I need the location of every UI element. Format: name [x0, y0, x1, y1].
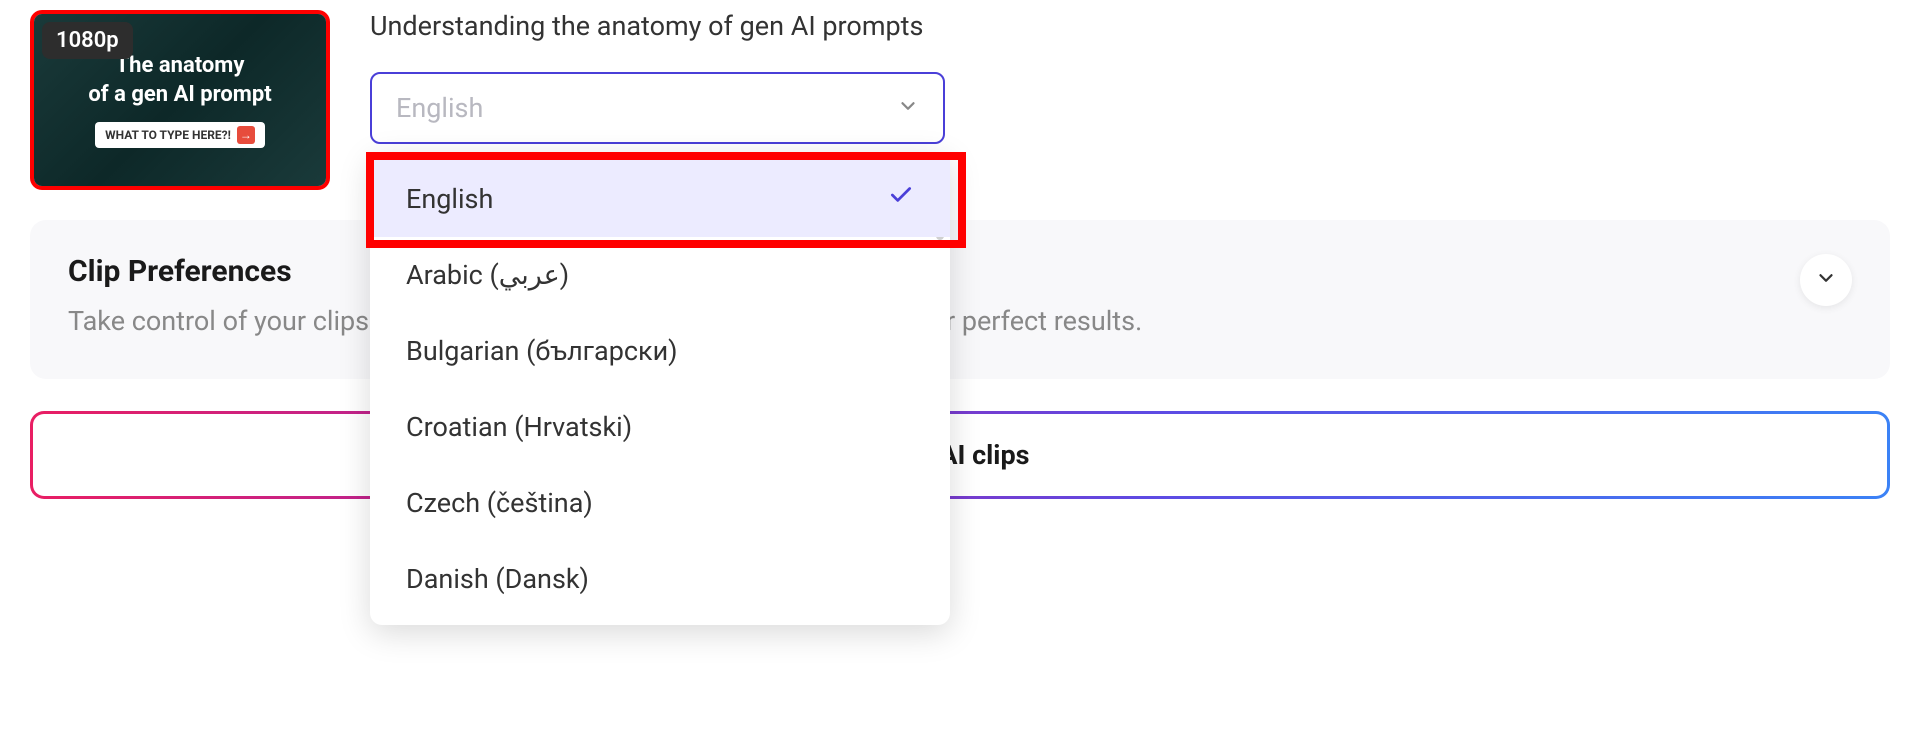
video-title: Understanding the anatomy of gen AI prom…: [370, 10, 1890, 42]
clip-preferences-card: Clip Preferences Take control of your cl…: [30, 220, 1890, 379]
dropdown-item-english[interactable]: English: [370, 160, 950, 237]
select-placeholder: English: [396, 92, 483, 124]
chevron-down-icon: [1815, 267, 1837, 293]
dropdown-item-label: Arabic (عربي): [406, 259, 569, 291]
dropdown-item-label: Czech (čeština): [406, 487, 593, 519]
check-icon: [888, 182, 914, 215]
dropdown-item-bulgarian[interactable]: Bulgarian (български): [370, 313, 950, 389]
dropdown-item-label: Bulgarian (български): [406, 335, 678, 367]
resolution-badge: 1080p: [42, 22, 133, 59]
thumbnail-caption: WHAT TO TYPE HERE?! →: [95, 122, 265, 148]
dropdown-item-danish[interactable]: Danish (Dansk): [370, 541, 950, 617]
language-dropdown: English Arabic (عربي) Bulgarian (българс…: [370, 152, 950, 625]
thumbnail-title: The anatomy of a gen AI prompt: [68, 52, 291, 109]
dropdown-item-label: Danish (Dansk): [406, 563, 589, 595]
get-ai-clips-button[interactable]: Get AI clips: [30, 411, 1890, 499]
arrow-right-icon: →: [237, 126, 255, 144]
language-select[interactable]: English: [370, 72, 945, 144]
video-thumbnail[interactable]: 1080p The anatomy of a gen AI prompt WHA…: [30, 10, 330, 190]
dropdown-item-czech[interactable]: Czech (čeština): [370, 465, 950, 541]
dropdown-item-label: Croatian (Hrvatski): [406, 411, 632, 443]
dropdown-item-label: English: [406, 183, 493, 215]
dropdown-item-arabic[interactable]: Arabic (عربي): [370, 237, 950, 313]
chevron-down-icon: [897, 95, 919, 121]
expand-button[interactable]: [1800, 254, 1852, 306]
dropdown-item-croatian[interactable]: Croatian (Hrvatski): [370, 389, 950, 465]
